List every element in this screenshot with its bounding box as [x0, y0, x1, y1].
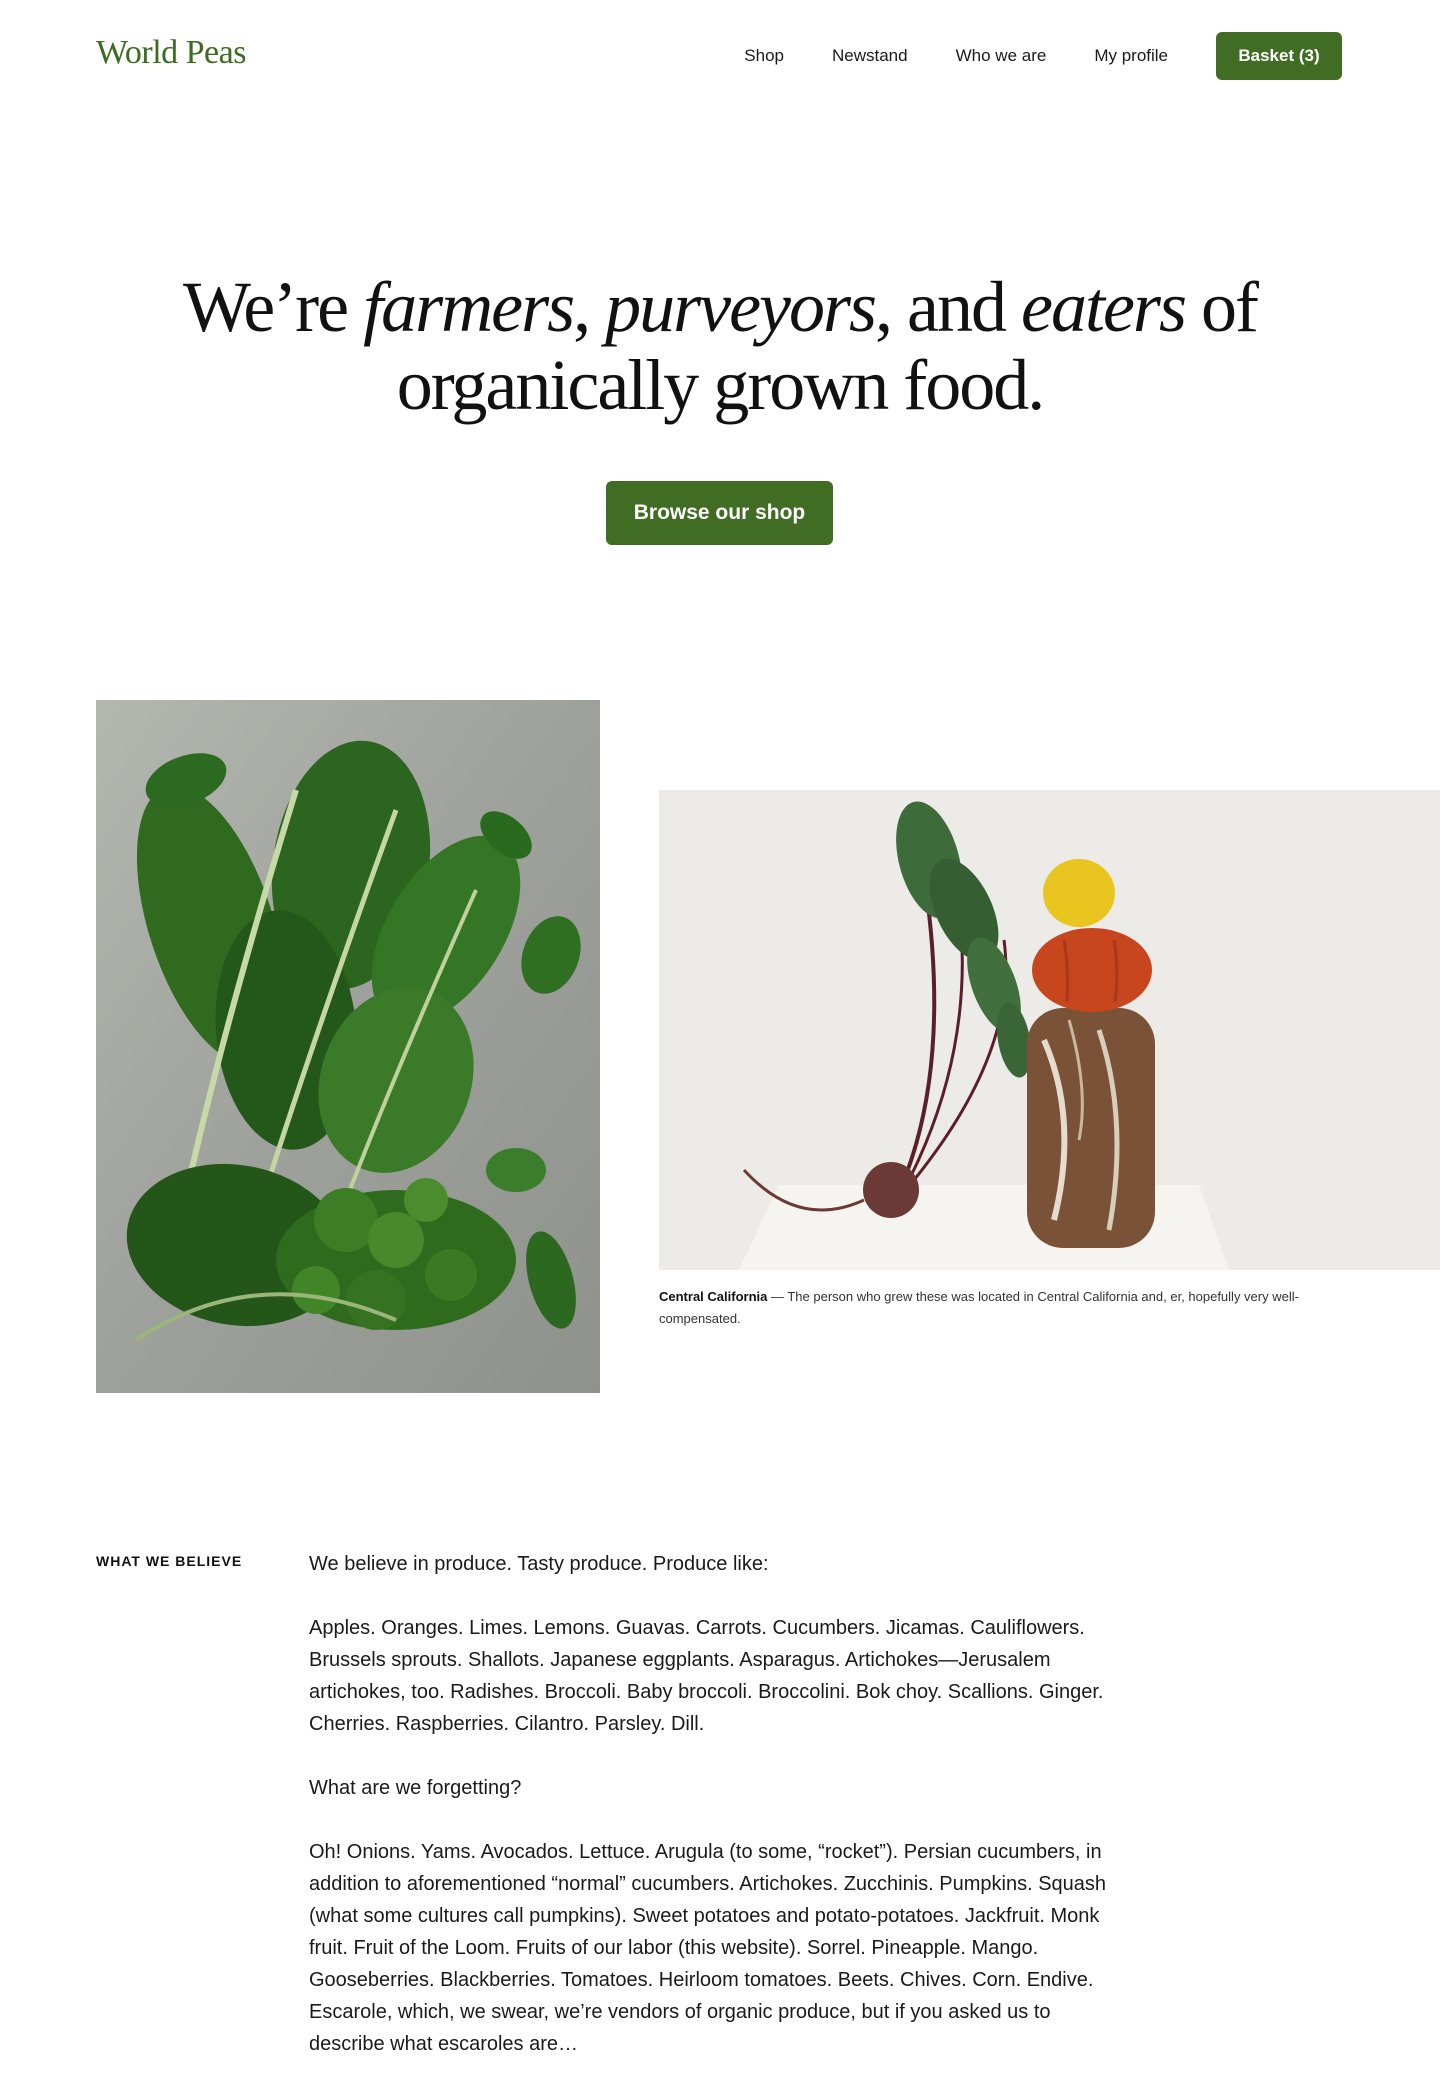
caption-location: Central California — [659, 1289, 768, 1304]
photo-caption: Central California — The person who grew… — [659, 1286, 1379, 1330]
belief-paragraph: We believe in produce. Tasty produce. Pr… — [309, 1553, 769, 1575]
nav-newstand[interactable]: Newstand — [832, 46, 908, 66]
hero-text: , — [573, 267, 606, 347]
nav-my-profile[interactable]: My profile — [1094, 46, 1168, 66]
hero-emphasis-purveyors: purveyors — [605, 267, 877, 347]
nav-shop[interactable]: Shop — [744, 46, 784, 66]
produce-still-life-photo — [659, 790, 1440, 1270]
hero-emphasis-farmers: farmers — [363, 267, 575, 347]
belief-body: We believe in produce. Tasty produce. Pr… — [309, 1548, 1129, 2092]
belief-paragraph: Apples. Oranges. Limes. Lemons. Guavas. … — [309, 1617, 1104, 1735]
greens-photo — [96, 700, 600, 1393]
hero-text: We’re — [183, 267, 364, 347]
hero-title: We’re farmers, purveyors, and eaters of o… — [0, 268, 1440, 424]
hero-text: , and — [875, 267, 1022, 347]
belief-paragraph: Oh! Onions. Yams. Avocados. Lettuce. Aru… — [309, 1841, 1107, 2055]
basket-button[interactable]: Basket (3) — [1216, 32, 1342, 80]
hero-text-line-2: organically grown food. — [396, 345, 1046, 425]
hero-emphasis-eaters: eaters — [1021, 267, 1187, 347]
section-label-what-we-believe: WHAT WE BELIEVE — [96, 1553, 243, 1569]
belief-paragraph: What are we forgetting? — [309, 1777, 522, 1799]
main-nav: Shop Newstand Who we are My profile Bask… — [744, 32, 1342, 80]
browse-shop-button[interactable]: Browse our shop — [606, 481, 833, 545]
nav-who-we-are[interactable]: Who we are — [956, 46, 1047, 66]
logo[interactable]: World Peas — [96, 32, 246, 74]
hero-text: of — [1184, 267, 1259, 347]
